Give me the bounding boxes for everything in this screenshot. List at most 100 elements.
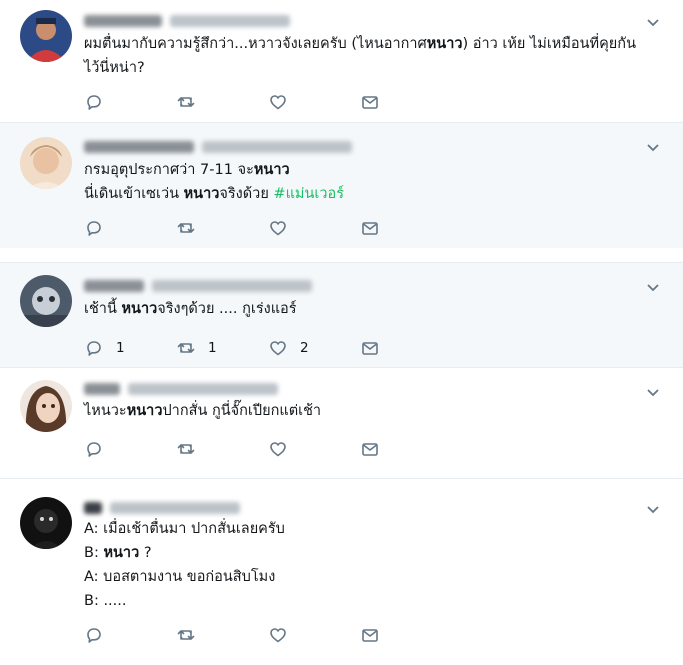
direct-message-icon — [362, 443, 378, 456]
retweet-count: 1 — [208, 340, 217, 356]
direct-message-button[interactable] — [360, 438, 380, 460]
text-segment: A: บอสตามงาน ขอก่อนสิบโมง — [84, 569, 276, 585]
tweet-text-line: A: เมื่อเช้าตื่นมา ปากสั่นเลยครับ — [84, 517, 653, 541]
reply-icon — [87, 221, 101, 236]
like-button[interactable] — [268, 438, 300, 460]
author-name-blurred — [84, 15, 162, 27]
author-handle-blurred — [128, 383, 278, 395]
chevron-down-icon[interactable] — [645, 384, 661, 400]
like-button[interactable] — [268, 217, 300, 239]
tweet-text-line: ไหนวะหนาวปากสั่น กูนี่จั๊กเปียกแต่เช้า — [84, 399, 653, 423]
text-segment: เช้านี้ — [84, 301, 122, 317]
retweet-button[interactable] — [176, 624, 208, 646]
chevron-down-icon[interactable] — [645, 14, 661, 30]
retweet-button[interactable]: 1 — [176, 337, 217, 359]
tweet-text: ไหนวะหนาวปากสั่น กูนี่จั๊กเปียกแต่เช้า — [84, 399, 653, 423]
hashtag-link[interactable]: #แม่นเวอร์ — [273, 186, 344, 202]
avatar[interactable] — [20, 137, 72, 189]
text-segment: จริงด้วย — [219, 186, 274, 202]
tweet-header — [84, 277, 312, 295]
keyword-highlight: หนาว — [253, 162, 290, 178]
keyword-highlight: หนาว — [183, 186, 220, 202]
text-segment: B: — [84, 545, 104, 561]
text-segment: กรมอุตุประกาศว่า 7-11 จะ — [84, 162, 254, 178]
author-handle-blurred — [152, 280, 312, 292]
tweet-header — [84, 380, 278, 398]
chevron-down-icon[interactable] — [645, 139, 661, 155]
author-name-blurred — [84, 502, 102, 514]
text-segment: B: ..... — [84, 593, 127, 609]
reply-button[interactable] — [84, 438, 116, 460]
keyword-highlight: หนาว — [121, 301, 158, 317]
tweet[interactable]: ผมตื่นมากับความรู้สึกว่า...หวาวจังเลยครั… — [0, 0, 683, 121]
text-segment: ผมตื่นมากับความรู้สึกว่า...หวาวจังเลยครั… — [84, 36, 427, 52]
tweet[interactable]: ไหนวะหนาวปากสั่น กูนี่จั๊กเปียกแต่เช้า — [0, 368, 683, 478]
reply-icon — [87, 442, 101, 457]
author-name-blurred — [84, 383, 120, 395]
tweet[interactable]: A: เมื่อเช้าตื่นมา ปากสั่นเลยครับ B: หนาว… — [0, 479, 683, 665]
tweet-text-line: B: หนาว ? — [84, 541, 653, 565]
avatar[interactable] — [20, 275, 72, 327]
like-icon — [270, 628, 286, 643]
like-icon — [270, 95, 286, 110]
reply-icon — [87, 341, 101, 356]
like-icon — [270, 221, 286, 236]
tweet-text-line: ผมตื่นมากับความรู้สึกว่า...หวาวจังเลยครั… — [84, 32, 653, 56]
keyword-highlight: หนาว — [426, 36, 463, 52]
avatar[interactable] — [20, 497, 72, 549]
author-name-blurred — [84, 280, 144, 292]
text-segment: A: เมื่อเช้าตื่นมา ปากสั่นเลยครับ — [84, 521, 285, 537]
keyword-highlight: หนาว — [126, 403, 163, 419]
avatar[interactable] — [20, 10, 72, 62]
tweet[interactable]: เช้านี้ หนาวจริงๆด้วย .... กูเร่งแอร์ 1 1… — [0, 263, 683, 367]
author-name-blurred — [84, 141, 194, 153]
direct-message-button[interactable] — [360, 624, 380, 646]
author-handle-blurred — [170, 15, 290, 27]
reply-button[interactable] — [84, 217, 116, 239]
tweet-header — [84, 499, 240, 517]
reply-button[interactable] — [84, 91, 116, 113]
tweet-text-line: เช้านี้ หนาวจริงๆด้วย .... กูเร่งแอร์ — [84, 297, 653, 321]
text-segment: ) อ่าว เห้ย ไม่เหมือนที่คุยกัน — [462, 36, 636, 52]
tweet-text: เช้านี้ หนาวจริงๆด้วย .... กูเร่งแอร์ — [84, 297, 653, 321]
like-icon — [270, 341, 286, 356]
reply-button[interactable] — [84, 624, 116, 646]
like-button[interactable]: 2 — [268, 337, 309, 359]
tweet-text-line: นี่เดินเข้าเซเว่น หนาวจริงด้วย #แม่นเวอร… — [84, 182, 653, 206]
retweet-icon — [177, 97, 195, 107]
text-segment: นี่เดินเข้าเซเว่น — [84, 186, 184, 202]
tweet-text-line: กรมอุตุประกาศว่า 7-11 จะหนาว — [84, 158, 653, 182]
retweet-button[interactable] — [176, 438, 208, 460]
chevron-down-icon[interactable] — [645, 279, 661, 295]
direct-message-icon — [362, 342, 378, 355]
like-icon — [270, 442, 286, 457]
retweet-icon — [177, 444, 195, 454]
text-segment: ปากสั่น กูนี่จั๊กเปียกแต่เช้า — [162, 403, 322, 419]
direct-message-button[interactable] — [360, 91, 380, 113]
keyword-highlight: หนาว — [103, 545, 140, 561]
tweet-text-line: B: ..... — [84, 589, 653, 613]
text-segment: จริงๆด้วย .... กูเร่งแอร์ — [157, 301, 297, 317]
like-button[interactable] — [268, 91, 300, 113]
like-button[interactable] — [268, 624, 300, 646]
retweet-button[interactable] — [176, 91, 208, 113]
direct-message-button[interactable] — [360, 337, 380, 359]
reply-button[interactable]: 1 — [84, 337, 125, 359]
reply-icon — [87, 95, 101, 110]
tweet-feed: ผมตื่นมากับความรู้สึกว่า...หวาวจังเลยครั… — [0, 0, 683, 665]
retweet-button[interactable] — [176, 217, 208, 239]
direct-message-icon — [362, 96, 378, 109]
avatar[interactable] — [20, 380, 72, 432]
chevron-down-icon[interactable] — [645, 501, 661, 517]
text-segment: ไว้นี่หน่า? — [84, 60, 145, 76]
text-segment: ไหนวะ — [84, 403, 127, 419]
retweet-icon — [177, 223, 195, 233]
author-handle-blurred — [202, 141, 352, 153]
tweet-text: กรมอุตุประกาศว่า 7-11 จะหนาว นี่เดินเข้าเ… — [84, 158, 653, 206]
tweet-text: A: เมื่อเช้าตื่นมา ปากสั่นเลยครับ B: หนาว… — [84, 517, 653, 613]
tweet[interactable]: กรมอุตุประกาศว่า 7-11 จะหนาว นี่เดินเข้าเ… — [0, 123, 683, 248]
direct-message-icon — [362, 629, 378, 642]
reply-count: 1 — [116, 340, 125, 356]
reply-icon — [87, 628, 101, 643]
direct-message-button[interactable] — [360, 217, 380, 239]
